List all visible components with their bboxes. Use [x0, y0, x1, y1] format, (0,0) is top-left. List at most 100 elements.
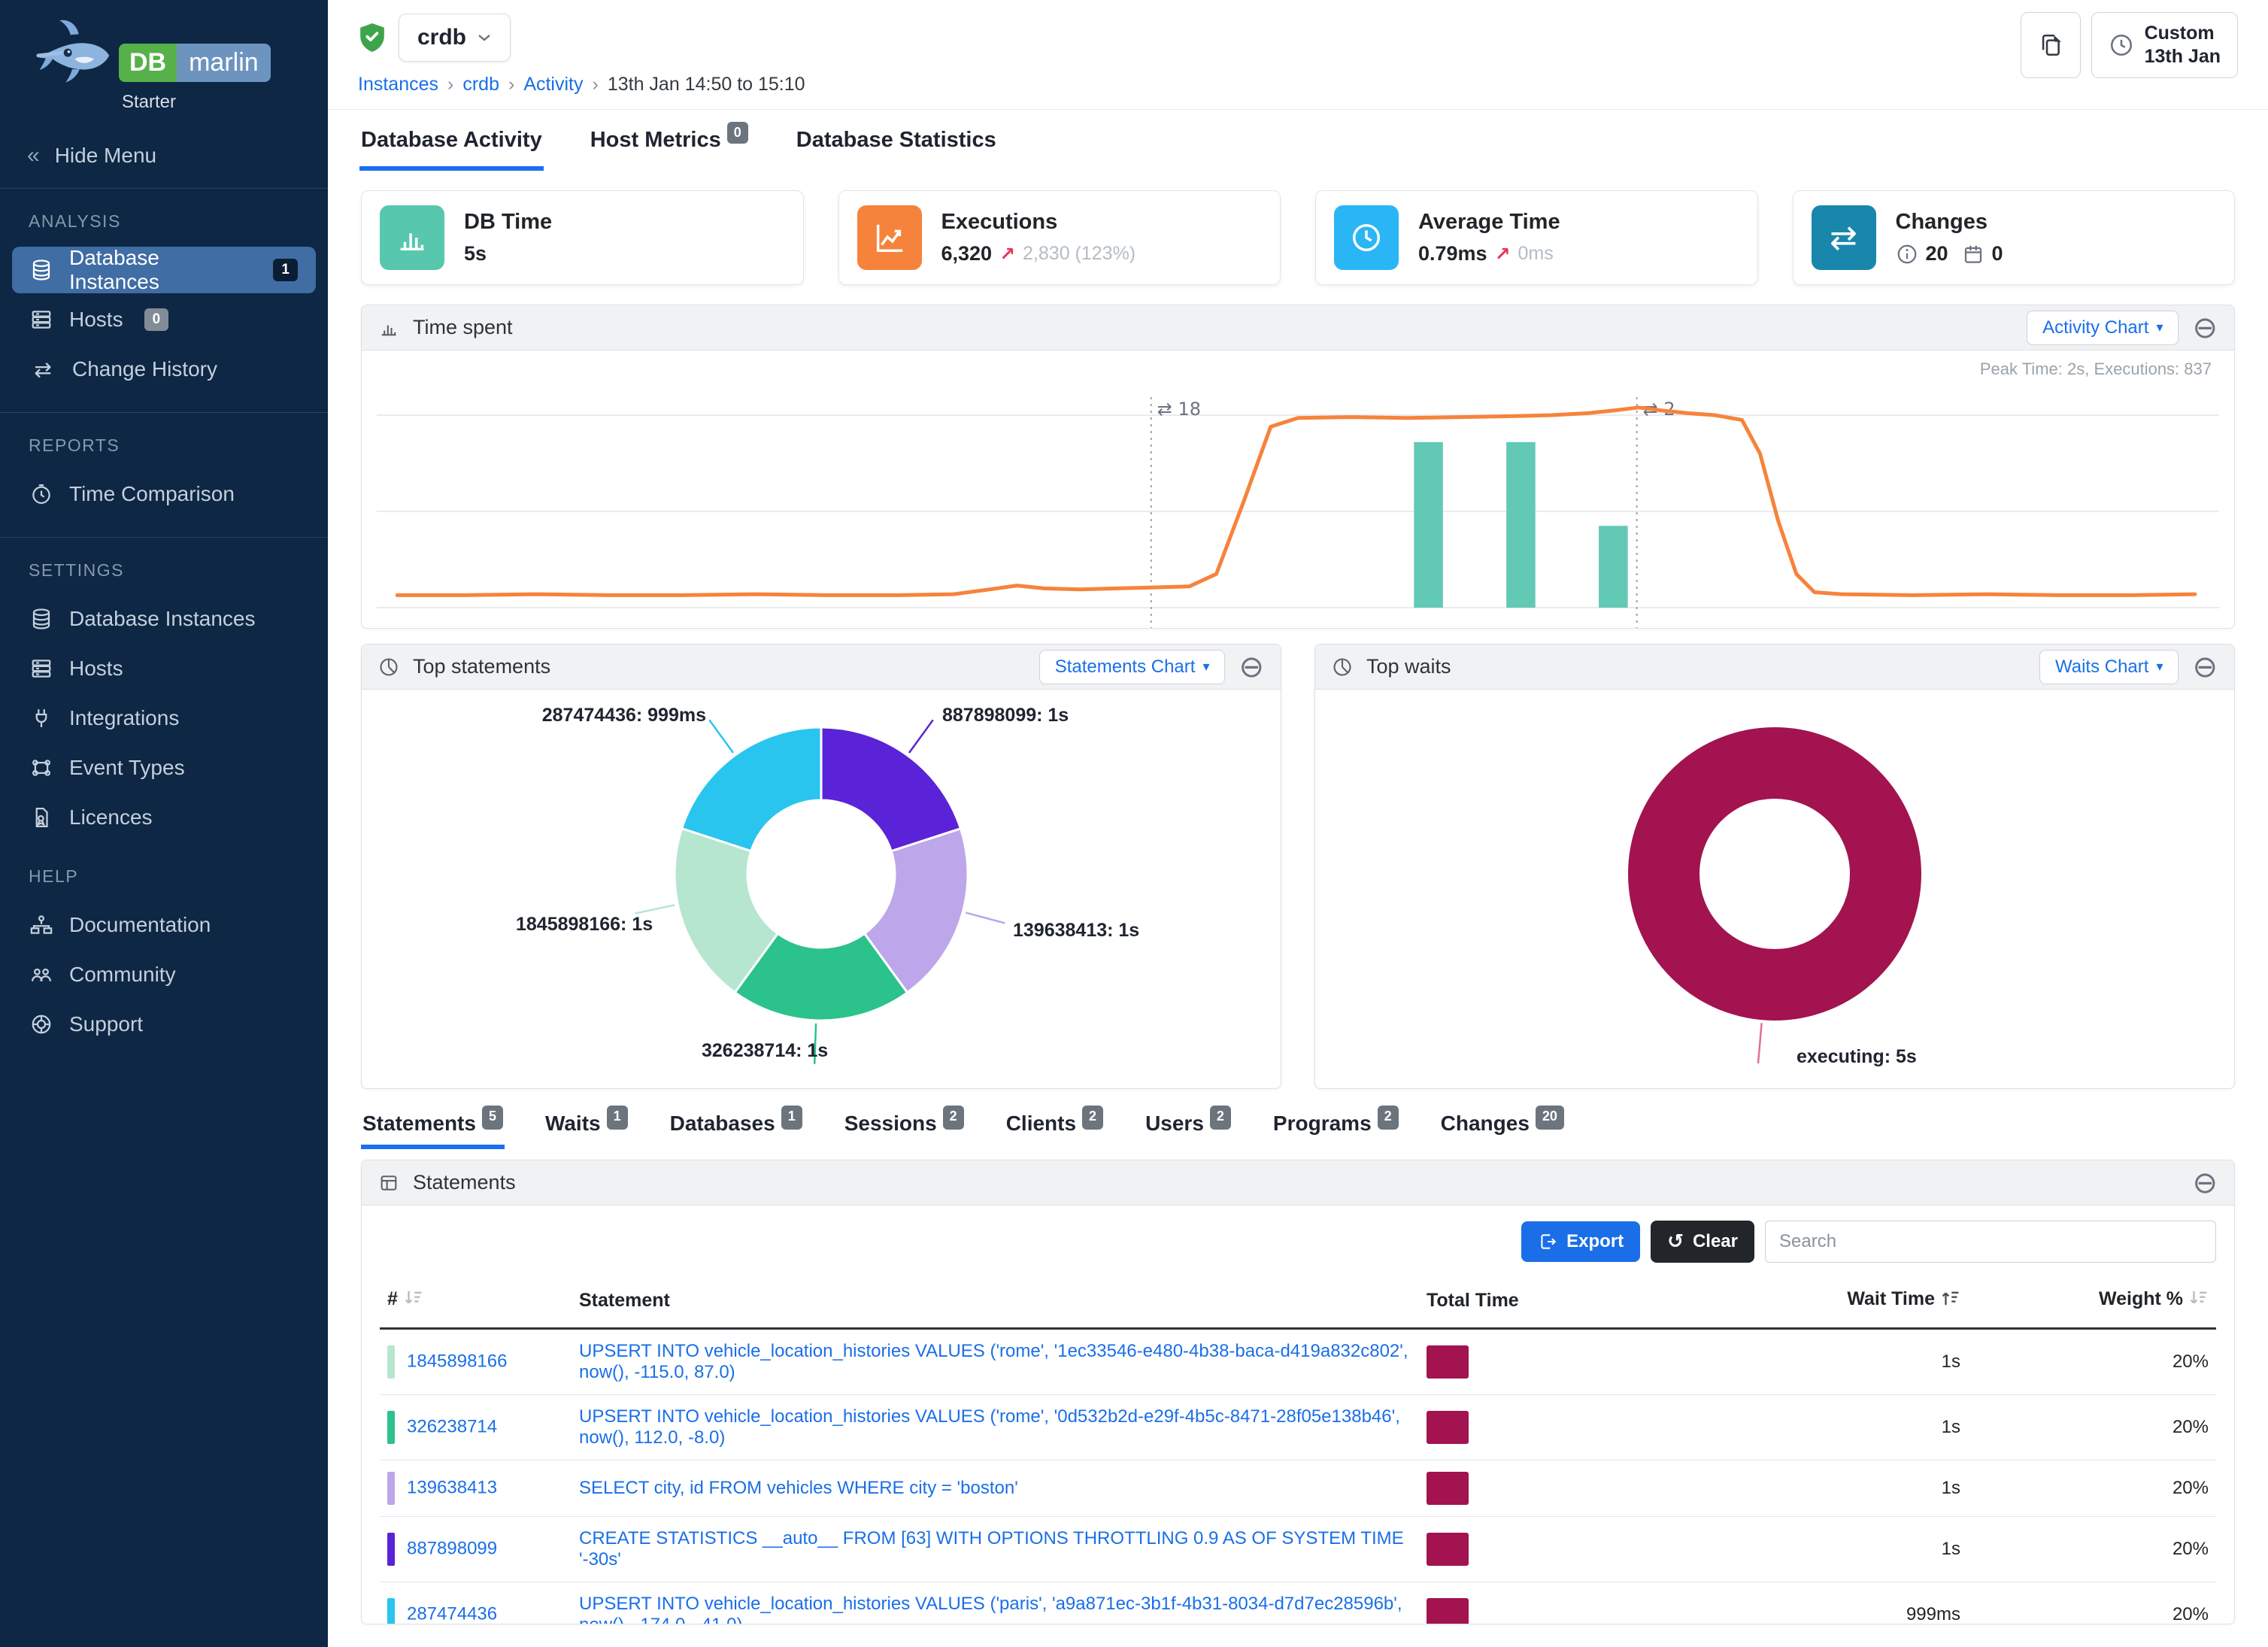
- dtab-statements[interactable]: Statements5: [361, 1101, 505, 1149]
- sidebar-item-licences[interactable]: Licences: [12, 794, 316, 841]
- instance-selector[interactable]: crdb: [399, 14, 511, 62]
- sidebar-item-label: Support: [69, 1012, 143, 1036]
- bar-chart-icon: [380, 205, 444, 270]
- table-row: 326238714 UPSERT INTO vehicle_location_h…: [380, 1395, 2216, 1460]
- tab-label: Programs: [1273, 1112, 1372, 1136]
- breadcrumb-link-crdb[interactable]: crdb: [462, 74, 499, 96]
- changes-card: ⇄ Changes 20 0: [1793, 190, 2236, 285]
- panel-title: Statements: [413, 1171, 516, 1194]
- col-header-id[interactable]: #: [380, 1273, 572, 1329]
- search-input[interactable]: [1765, 1221, 2216, 1263]
- clear-button[interactable]: ↺ Clear: [1651, 1221, 1754, 1263]
- sidebar-item-database-instances-settings[interactable]: Database Instances: [12, 596, 316, 642]
- trend-up-icon: ↗: [999, 243, 1015, 265]
- statement-id-link[interactable]: 139638413: [407, 1478, 497, 1498]
- top-statements-donut-chart[interactable]: [362, 690, 1281, 1088]
- top-waits-panel: Top waits Waits Chart ▾ ⊖ executing: 5s: [1314, 644, 2235, 1089]
- sidebar-item-event-types[interactable]: Event Types: [12, 745, 316, 791]
- collapse-panel-icon[interactable]: ⊖: [2192, 313, 2218, 343]
- tab-badge: 1: [781, 1106, 802, 1130]
- sidebar-item-integrations[interactable]: Integrations: [12, 695, 316, 742]
- statement-link[interactable]: UPSERT INTO vehicle_location_histories V…: [579, 1594, 1402, 1624]
- dtab-programs[interactable]: Programs2: [1272, 1101, 1400, 1149]
- statement-link[interactable]: CREATE STATISTICS __auto__ FROM [63] WIT…: [579, 1528, 1404, 1570]
- statement-id-link[interactable]: 326238714: [407, 1417, 497, 1437]
- dtab-users[interactable]: Users2: [1144, 1101, 1233, 1149]
- dtab-clients[interactable]: Clients2: [1005, 1101, 1105, 1149]
- health-shield-icon: [358, 22, 387, 53]
- time-range-button[interactable]: Custom 13th Jan: [2091, 12, 2238, 78]
- statement-id-link[interactable]: 1845898166: [407, 1351, 507, 1372]
- weight-value: 20%: [1968, 1582, 2216, 1624]
- total-time-bar: [1427, 1411, 1469, 1444]
- detail-tabs: Statements5 Waits1 Databases1 Sessions2 …: [328, 1089, 2268, 1149]
- chevron-down-icon: [477, 32, 492, 43]
- statements-chart-select[interactable]: Statements Chart ▾: [1039, 650, 1226, 684]
- sidebar-item-hosts-settings[interactable]: Hosts: [12, 645, 316, 692]
- activity-chart-select[interactable]: Activity Chart ▾: [2027, 311, 2179, 345]
- sidebar-section-help: HELP Documentation Community Support: [0, 844, 328, 1048]
- tab-host-metrics[interactable]: Host Metrics 0: [589, 110, 750, 171]
- community-icon: [30, 963, 53, 986]
- donut-label: 326238714: 1s: [702, 1040, 828, 1062]
- dtab-changes[interactable]: Changes20: [1439, 1101, 1566, 1149]
- sidebar-section-analysis: ANALYSIS Database Instances 1 Hosts 0 ⇄ …: [0, 189, 328, 393]
- time-spent-chart[interactable]: ⇄ 18⇄ 214:5014:5515:0015:05: [362, 355, 2234, 629]
- average-time-card: Average Time 0.79ms ↗ 0ms: [1315, 190, 1758, 285]
- wait-time-value: 1s: [1615, 1395, 1968, 1460]
- breadcrumb: Instances › crdb › Activity › 13th Jan 1…: [358, 74, 2238, 96]
- total-time-bar: [1427, 1345, 1469, 1379]
- collapse-panel-icon[interactable]: ⊖: [1239, 652, 1264, 682]
- table-row: 1845898166 UPSERT INTO vehicle_location_…: [380, 1329, 2216, 1395]
- statement-color-chip: [387, 1472, 395, 1505]
- sidebar-item-community[interactable]: Community: [12, 951, 316, 998]
- tab-badge: 2: [943, 1106, 964, 1130]
- statement-link[interactable]: SELECT city, id FROM vehicles WHERE city…: [579, 1478, 1018, 1498]
- hide-menu-button[interactable]: « Hide Menu: [0, 128, 328, 189]
- statement-id-link[interactable]: 887898099: [407, 1539, 497, 1559]
- dtab-waits[interactable]: Waits1: [544, 1101, 629, 1149]
- tab-badge: 5: [482, 1106, 503, 1130]
- sidebar-item-change-history[interactable]: ⇄ Change History: [12, 346, 316, 393]
- statement-link[interactable]: UPSERT INTO vehicle_location_histories V…: [579, 1341, 1408, 1382]
- main-content: crdb Custom 13th Jan Instances ›: [328, 0, 2268, 1647]
- collapse-panel-icon[interactable]: ⊖: [2192, 1168, 2218, 1198]
- sidebar-item-support[interactable]: Support: [12, 1001, 316, 1048]
- top-waits-donut-chart[interactable]: [1315, 690, 2234, 1088]
- count-badge: 1: [273, 259, 298, 281]
- tab-label: Changes: [1441, 1112, 1530, 1136]
- statement-color-chip: [387, 1533, 395, 1566]
- sidebar-item-documentation[interactable]: Documentation: [12, 902, 316, 948]
- collapse-panel-icon[interactable]: ⊖: [2192, 652, 2218, 682]
- top-statements-header: Top statements Statements Chart ▾ ⊖: [362, 645, 1281, 690]
- copy-link-button[interactable]: [2021, 12, 2081, 78]
- sidebar-item-hosts[interactable]: Hosts 0: [12, 296, 316, 343]
- card-value: 6,320: [941, 242, 993, 265]
- waits-chart-select[interactable]: Waits Chart ▾: [2039, 650, 2179, 684]
- tab-database-activity[interactable]: Database Activity: [359, 110, 544, 171]
- weight-value: 20%: [1968, 1460, 2216, 1517]
- breadcrumb-link-instances[interactable]: Instances: [358, 74, 438, 96]
- card-title: Executions: [941, 210, 1136, 235]
- wait-time-value: 999ms: [1615, 1582, 1968, 1624]
- breadcrumb-link-activity[interactable]: Activity: [523, 74, 583, 96]
- weight-value: 20%: [1968, 1395, 2216, 1460]
- statement-color-chip: [387, 1411, 395, 1444]
- col-header-weight[interactable]: Weight %: [1968, 1273, 2216, 1329]
- export-button[interactable]: Export: [1521, 1221, 1640, 1262]
- tab-database-statistics[interactable]: Database Statistics: [795, 110, 998, 171]
- dtab-databases[interactable]: Databases1: [669, 1101, 804, 1149]
- col-header-statement[interactable]: Statement: [572, 1273, 1419, 1329]
- breadcrumb-separator: ›: [593, 74, 599, 96]
- sidebar-item-time-comparison[interactable]: Time Comparison: [12, 471, 316, 517]
- dtab-sessions[interactable]: Sessions2: [843, 1101, 966, 1149]
- statement-link[interactable]: UPSERT INTO vehicle_location_histories V…: [579, 1406, 1400, 1448]
- count-badge: 0: [144, 308, 169, 331]
- sidebar-item-label: Hosts: [69, 657, 123, 681]
- col-header-wait-time[interactable]: Wait Time: [1615, 1273, 1968, 1329]
- col-header-total-time[interactable]: Total Time: [1419, 1273, 1615, 1329]
- sidebar-item-label: Change History: [72, 357, 217, 381]
- pie-chart-icon: [378, 657, 399, 678]
- sidebar-item-database-instances[interactable]: Database Instances 1: [12, 247, 316, 293]
- statement-id-link[interactable]: 287474436: [407, 1604, 497, 1624]
